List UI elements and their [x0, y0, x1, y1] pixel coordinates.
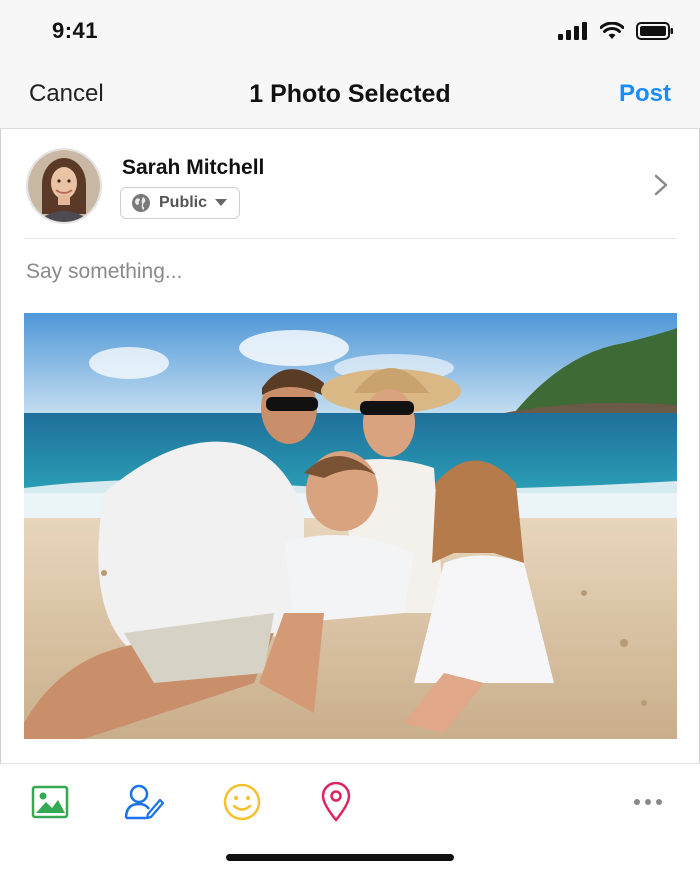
cellular-signal-icon	[558, 22, 587, 40]
add-photo-button[interactable]	[30, 782, 70, 822]
status-icons	[558, 22, 674, 40]
location-pin-icon	[321, 782, 351, 822]
privacy-label: Public	[159, 194, 208, 211]
check-in-button[interactable]	[316, 782, 356, 822]
nav-bar: Cancel 1 Photo Selected Post	[0, 62, 700, 129]
page-title: 1 Photo Selected	[249, 80, 451, 108]
home-indicator[interactable]	[226, 854, 454, 861]
chevron-right-icon[interactable]	[654, 174, 668, 196]
post-text-input[interactable]: Say something...	[26, 260, 182, 284]
feeling-button[interactable]	[222, 782, 262, 822]
tag-people-icon	[124, 784, 164, 820]
battery-icon	[636, 22, 673, 40]
more-icon	[634, 799, 662, 805]
caret-down-icon	[215, 199, 228, 206]
author-row: Sarah Mitchell Public	[24, 146, 676, 239]
post-button[interactable]: Post	[619, 80, 671, 108]
privacy-selector[interactable]: Public	[120, 187, 240, 219]
avatar-image	[28, 150, 100, 222]
tag-people-button[interactable]	[124, 782, 164, 822]
photo-icon	[31, 785, 69, 819]
emoji-icon	[223, 783, 261, 821]
wifi-icon	[600, 22, 624, 39]
more-options-button[interactable]	[628, 782, 668, 822]
author-name: Sarah Mitchell	[122, 156, 265, 179]
status-bar: 9:41	[0, 0, 700, 62]
beach-family-photo	[24, 313, 677, 739]
status-time: 9:41	[52, 18, 99, 43]
avatar	[26, 148, 102, 224]
selected-photo[interactable]	[24, 313, 677, 739]
globe-icon	[132, 194, 150, 212]
